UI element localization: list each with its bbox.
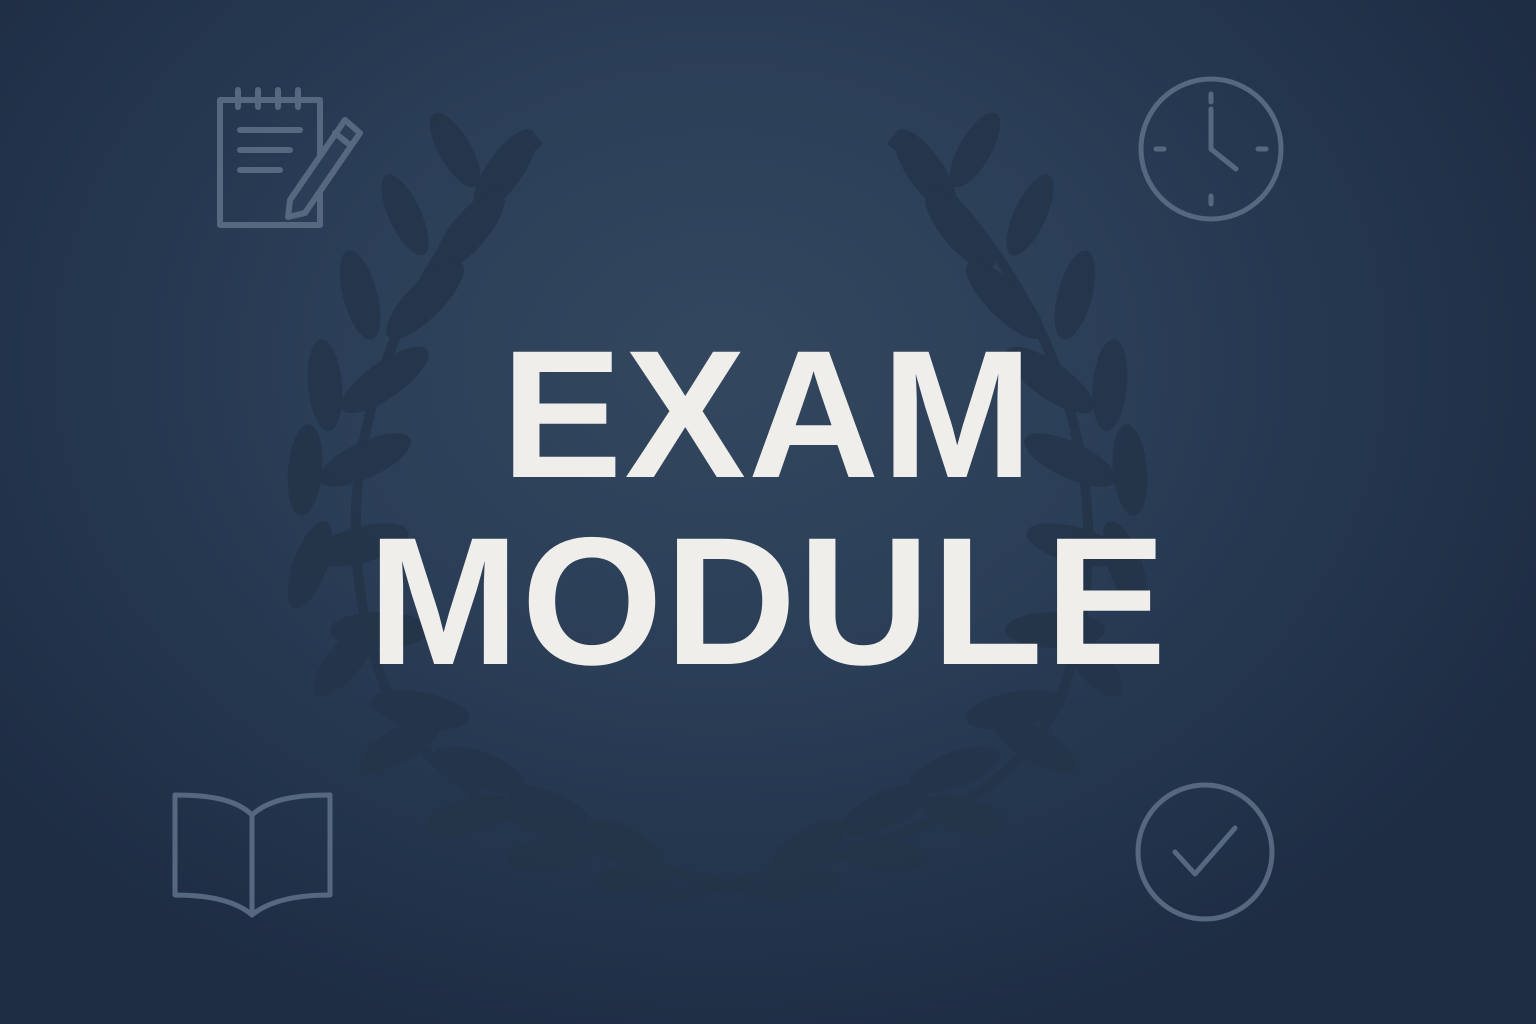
clock-icon	[1138, 76, 1284, 222]
page-title-line-2: MODULE	[367, 499, 1169, 703]
page-title-line-1: EXAM	[501, 312, 1035, 516]
check-circle-icon	[1135, 782, 1275, 922]
notepad-pencil-icon	[217, 87, 363, 228]
open-book-icon	[172, 792, 333, 918]
